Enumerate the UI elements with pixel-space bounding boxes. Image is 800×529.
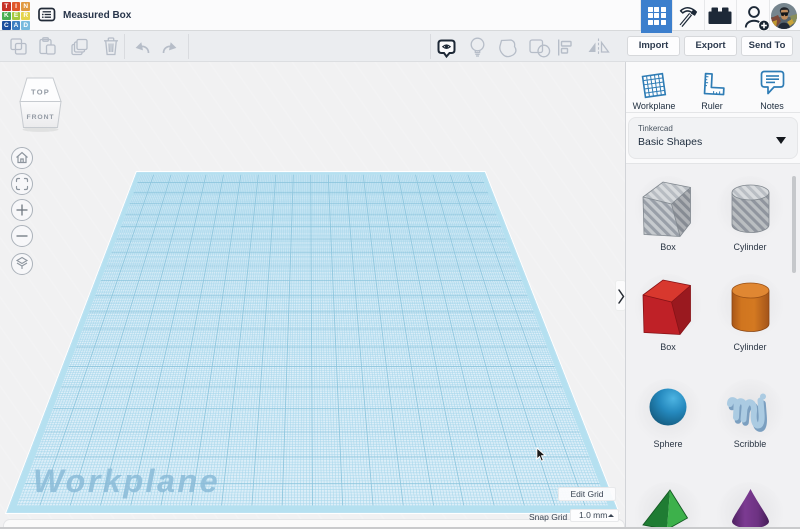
svg-text:TOP: TOP <box>31 88 50 97</box>
svg-text:FRONT: FRONT <box>27 114 55 121</box>
